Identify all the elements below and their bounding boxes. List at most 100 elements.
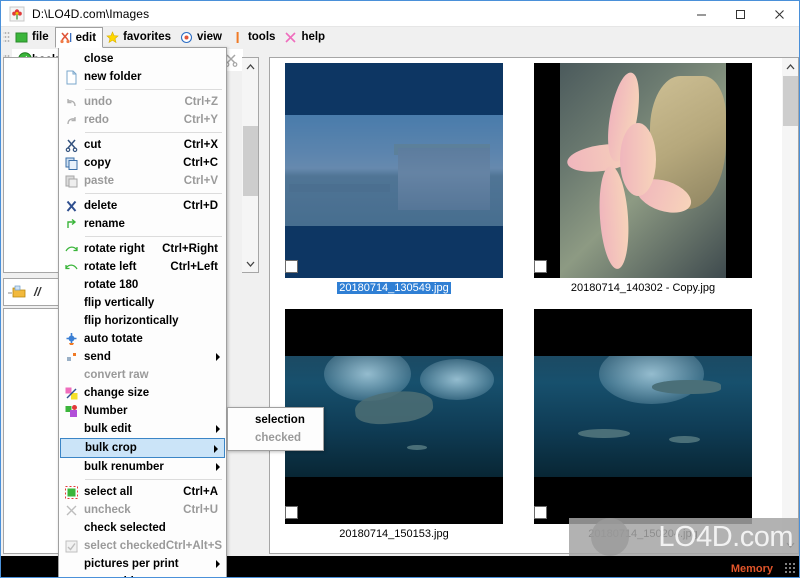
- starfish-center: [619, 123, 657, 197]
- submenu-item-checked[interactable]: checked: [228, 429, 323, 447]
- content-scroll-thumb[interactable]: [783, 76, 798, 126]
- menu-edit-label: edit: [75, 31, 97, 44]
- maximize-button[interactable]: [721, 1, 760, 27]
- close-button[interactable]: [760, 1, 799, 27]
- window-title: D:\LO4D.com\Images: [32, 7, 150, 21]
- menu-item-uncheck[interactable]: uncheck Ctrl+U: [59, 501, 226, 519]
- current-folder-row: //: [8, 284, 41, 300]
- menu-item-auto-rotate[interactable]: auto totate: [59, 330, 226, 348]
- thumbnail-caption[interactable]: 20180714_140302 - Copy.jpg: [571, 282, 715, 294]
- scroll-thumb[interactable]: [243, 126, 258, 196]
- thumbnail-cell[interactable]: 20180714_150204.jpg: [519, 304, 767, 549]
- menu-item-accel: Ctrl+Left: [170, 261, 218, 273]
- thumbnail-image-starfish: [534, 63, 752, 278]
- submenu-item-selection[interactable]: selection: [228, 411, 323, 429]
- menu-tools[interactable]: tools: [228, 27, 281, 47]
- scroll-down-arrow[interactable]: [242, 255, 259, 272]
- menu-item-close[interactable]: close: [59, 50, 226, 68]
- menu-item-send[interactable]: send: [59, 348, 226, 366]
- title-bar: D:\LO4D.com\Images: [1, 1, 799, 27]
- menu-item-bulk-renumber[interactable]: bulk renumber: [59, 458, 226, 476]
- thumbnail-checkbox[interactable]: [285, 506, 298, 519]
- water-light: [420, 358, 495, 400]
- minimize-button[interactable]: [682, 1, 721, 27]
- menu-item-paste[interactable]: paste Ctrl+V: [59, 172, 226, 190]
- thumbnail-grid: 20180714_130549.jpg 20180714_140302 - Co…: [270, 58, 767, 553]
- menu-help-label: help: [301, 31, 326, 43]
- thumbnail-image-wrap[interactable]: [534, 63, 752, 278]
- menu-item-cut[interactable]: cut Ctrl+X: [59, 136, 226, 154]
- thumbnail-cell[interactable]: 20180714_130549.jpg: [270, 58, 518, 303]
- fish-shape: [669, 435, 700, 443]
- fish-shape: [577, 428, 630, 439]
- edit-menu[interactable]: close new folder undo Ctrl+Z redo Ctrl+Y: [58, 47, 227, 577]
- thumbnail-image-wrap[interactable]: [285, 63, 503, 278]
- menu-item-rotate-right[interactable]: rotate right Ctrl+Right: [59, 240, 226, 258]
- menu-item-label: copy: [84, 157, 111, 169]
- content-scroll-up-arrow[interactable]: [782, 58, 799, 75]
- window-controls: [682, 1, 799, 27]
- thumbnail-checkbox[interactable]: [285, 260, 298, 273]
- menu-item-copy[interactable]: copy Ctrl+C: [59, 154, 226, 172]
- menu-item-select-all[interactable]: select all Ctrl+A: [59, 483, 226, 501]
- folder-open-icon: [8, 285, 26, 298]
- menu-tools-label: tools: [247, 31, 276, 43]
- checkbox-icon: [64, 539, 79, 554]
- thumbnail-cell[interactable]: 20180714_140302 - Copy.jpg: [519, 58, 767, 303]
- menu-item-label: undo: [84, 96, 113, 108]
- thumbnail-caption[interactable]: 20180714_150153.jpg: [339, 528, 449, 540]
- menu-item-pictures-per-print[interactable]: pictures per print: [59, 555, 226, 573]
- menu-item-label: flip vertically: [84, 297, 155, 309]
- thumbnail-grid-panel[interactable]: 20180714_130549.jpg 20180714_140302 - Co…: [269, 57, 783, 554]
- menu-item-change-size[interactable]: change size: [59, 384, 226, 402]
- menu-bar: file edit favorites view tools help: [1, 27, 799, 48]
- menu-favorites[interactable]: favorites: [103, 27, 177, 47]
- menu-item-label: check selected: [84, 522, 166, 534]
- menu-item-check-selected[interactable]: check selected: [59, 519, 226, 537]
- bulk-crop-submenu[interactable]: selection checked: [227, 407, 324, 451]
- menu-separator: [85, 132, 222, 133]
- menu-file[interactable]: file: [12, 27, 55, 47]
- menu-item-rename[interactable]: rename: [59, 215, 226, 233]
- thumbnail-checkbox[interactable]: [534, 260, 547, 273]
- menu-item-label: bulk edit: [84, 423, 132, 435]
- folder-separator: //: [34, 285, 41, 299]
- menu-item-delete[interactable]: delete Ctrl+D: [59, 197, 226, 215]
- content-scrollbar[interactable]: [782, 57, 799, 554]
- menu-item-undo[interactable]: undo Ctrl+Z: [59, 93, 226, 111]
- thumbnail-checkbox[interactable]: [534, 506, 547, 519]
- menu-item-label: uncheck: [84, 504, 131, 516]
- menu-edit[interactable]: edit: [54, 27, 104, 48]
- menu-item-number[interactable]: Number: [59, 402, 226, 420]
- chevron-right-icon: [216, 463, 220, 471]
- menubar-grip[interactable]: [3, 30, 10, 44]
- menu-item-new-folder[interactable]: new folder: [59, 68, 226, 86]
- scroll-up-arrow[interactable]: [242, 58, 259, 75]
- menu-item-rotate-left[interactable]: rotate left Ctrl+Left: [59, 258, 226, 276]
- menu-view[interactable]: view: [177, 27, 228, 47]
- menu-file-label: file: [32, 31, 49, 43]
- menu-help[interactable]: help: [281, 27, 331, 47]
- menu-separator: [85, 236, 222, 237]
- menu-item-bulk-edit[interactable]: bulk edit: [59, 420, 226, 438]
- menu-item-select-checked[interactable]: select checked Ctrl+Alt+S: [59, 537, 226, 555]
- menu-item-bulk-crop[interactable]: bulk crop: [60, 438, 225, 458]
- caption-row: 20180714_140302 - Copy.jpg: [519, 278, 767, 296]
- menu-item-flip-horizontically[interactable]: flip horizontically: [59, 312, 226, 330]
- watermark: LO4D.com: [569, 518, 799, 556]
- menu-item-flip-vertically[interactable]: flip vertically: [59, 294, 226, 312]
- menu-item-rotate-180[interactable]: rotate 180: [59, 276, 226, 294]
- menu-item-accel: Ctrl+V: [183, 175, 218, 187]
- menu-item-open-with[interactable]: open with: [59, 573, 226, 577]
- chevron-right-icon: [216, 353, 220, 361]
- menu-item-convert-raw[interactable]: convert raw: [59, 366, 226, 384]
- menu-item-accel: Ctrl+Y: [183, 114, 218, 126]
- folder-tree-scrollbar[interactable]: [242, 57, 259, 273]
- resize-grip-icon[interactable]: [784, 562, 796, 574]
- scissors-icon: [64, 138, 79, 153]
- thumbnail-caption[interactable]: 20180714_130549.jpg: [337, 282, 451, 294]
- thumbnail-image-wrap[interactable]: [534, 309, 752, 524]
- chevron-right-icon: [216, 425, 220, 433]
- watermark-logo-icon: [591, 518, 629, 556]
- menu-item-redo[interactable]: redo Ctrl+Y: [59, 111, 226, 129]
